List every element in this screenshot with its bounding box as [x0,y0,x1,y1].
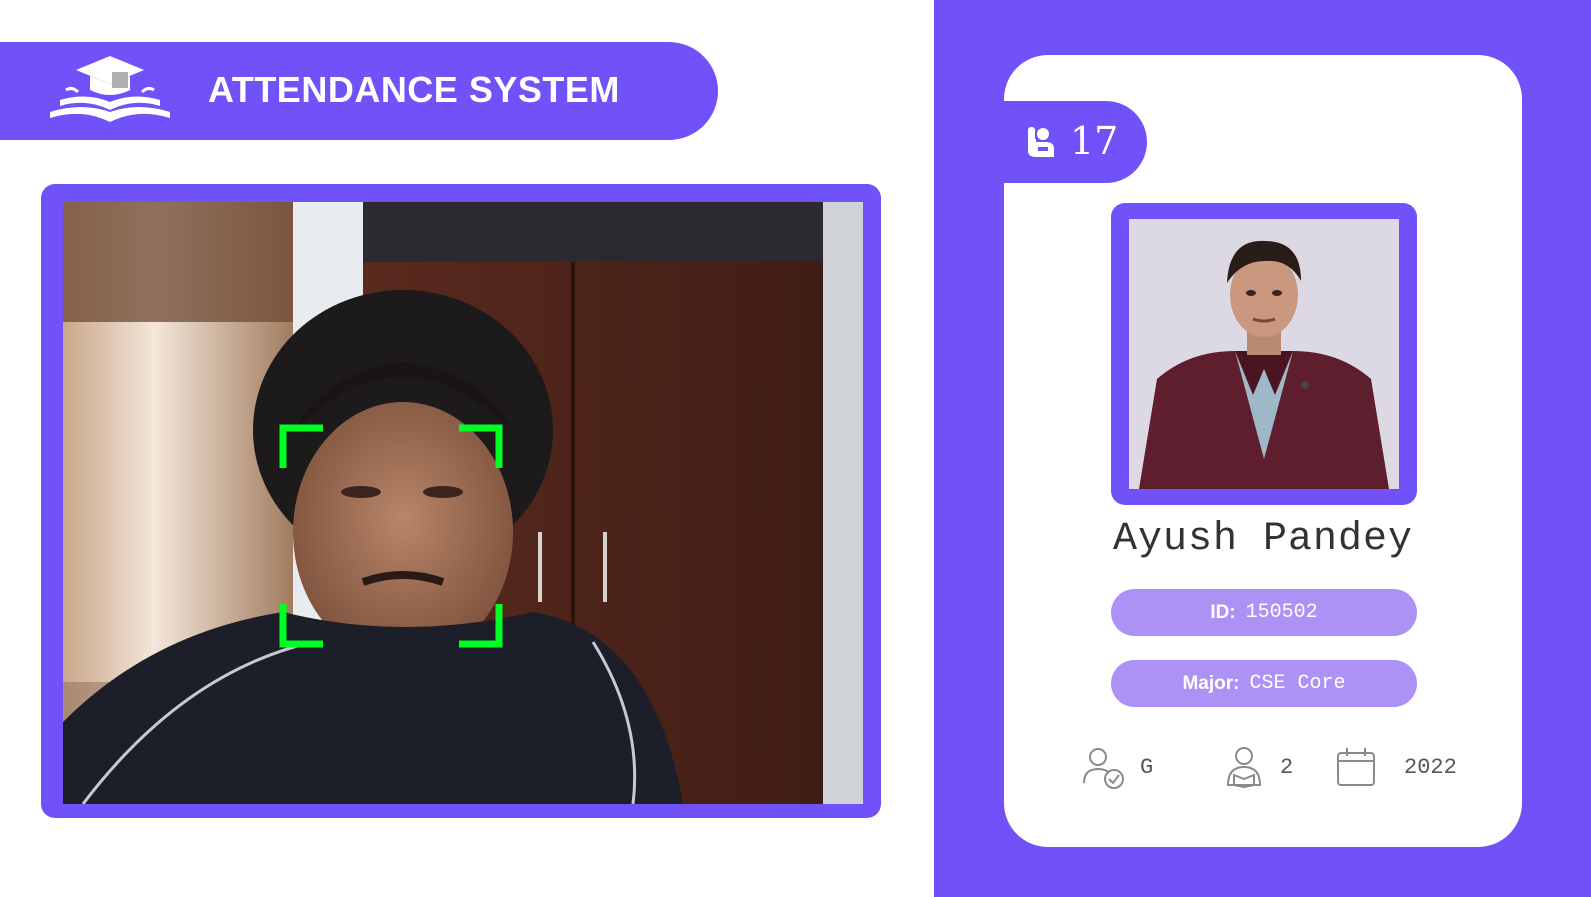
student-photo-frame [1111,203,1417,505]
app-header: ATTENDANCE SYSTEM [0,42,718,140]
raised-hand-icon [1028,127,1054,157]
starting-year-value: 2022 [1404,754,1457,780]
year-stat: 2 [1222,745,1293,789]
student-photo [1129,219,1399,489]
graduation-cap-book-icon [50,56,170,122]
user-check-icon [1083,748,1124,789]
student-id-pill: ID: 150502 [1111,589,1417,636]
total-attendance-count: 17 [1070,119,1119,163]
student-info-panel: 17 Ayush Pandey ID: 150502 Major: CSE Co… [934,0,1591,897]
standing-value: G [1140,754,1154,780]
app-title: ATTENDANCE SYSTEM [208,69,620,110]
student-major-pill: Major: CSE Core [1111,660,1417,707]
student-portrait [1129,219,1399,489]
starting-year-stat: 2022 [1334,745,1457,789]
student-id-label: ID: [1210,601,1236,623]
student-major-value: CSE Core [1249,672,1346,695]
standing-stat: G [1082,745,1153,789]
webcam-feed [63,202,863,804]
student-major-label: Major: [1182,672,1240,694]
calendar-icon [1337,748,1375,786]
attendance-count-badge: 17 [1004,101,1147,183]
year-value: 2 [1280,754,1294,780]
webcam-frame [41,184,881,818]
face-detection-brackets-icon [279,424,503,648]
student-reading-icon [1226,747,1262,789]
student-card: 17 Ayush Pandey ID: 150502 Major: CSE Co… [1004,55,1522,847]
student-id-value: 150502 [1245,601,1318,624]
student-name: Ayush Pandey [1112,517,1414,562]
